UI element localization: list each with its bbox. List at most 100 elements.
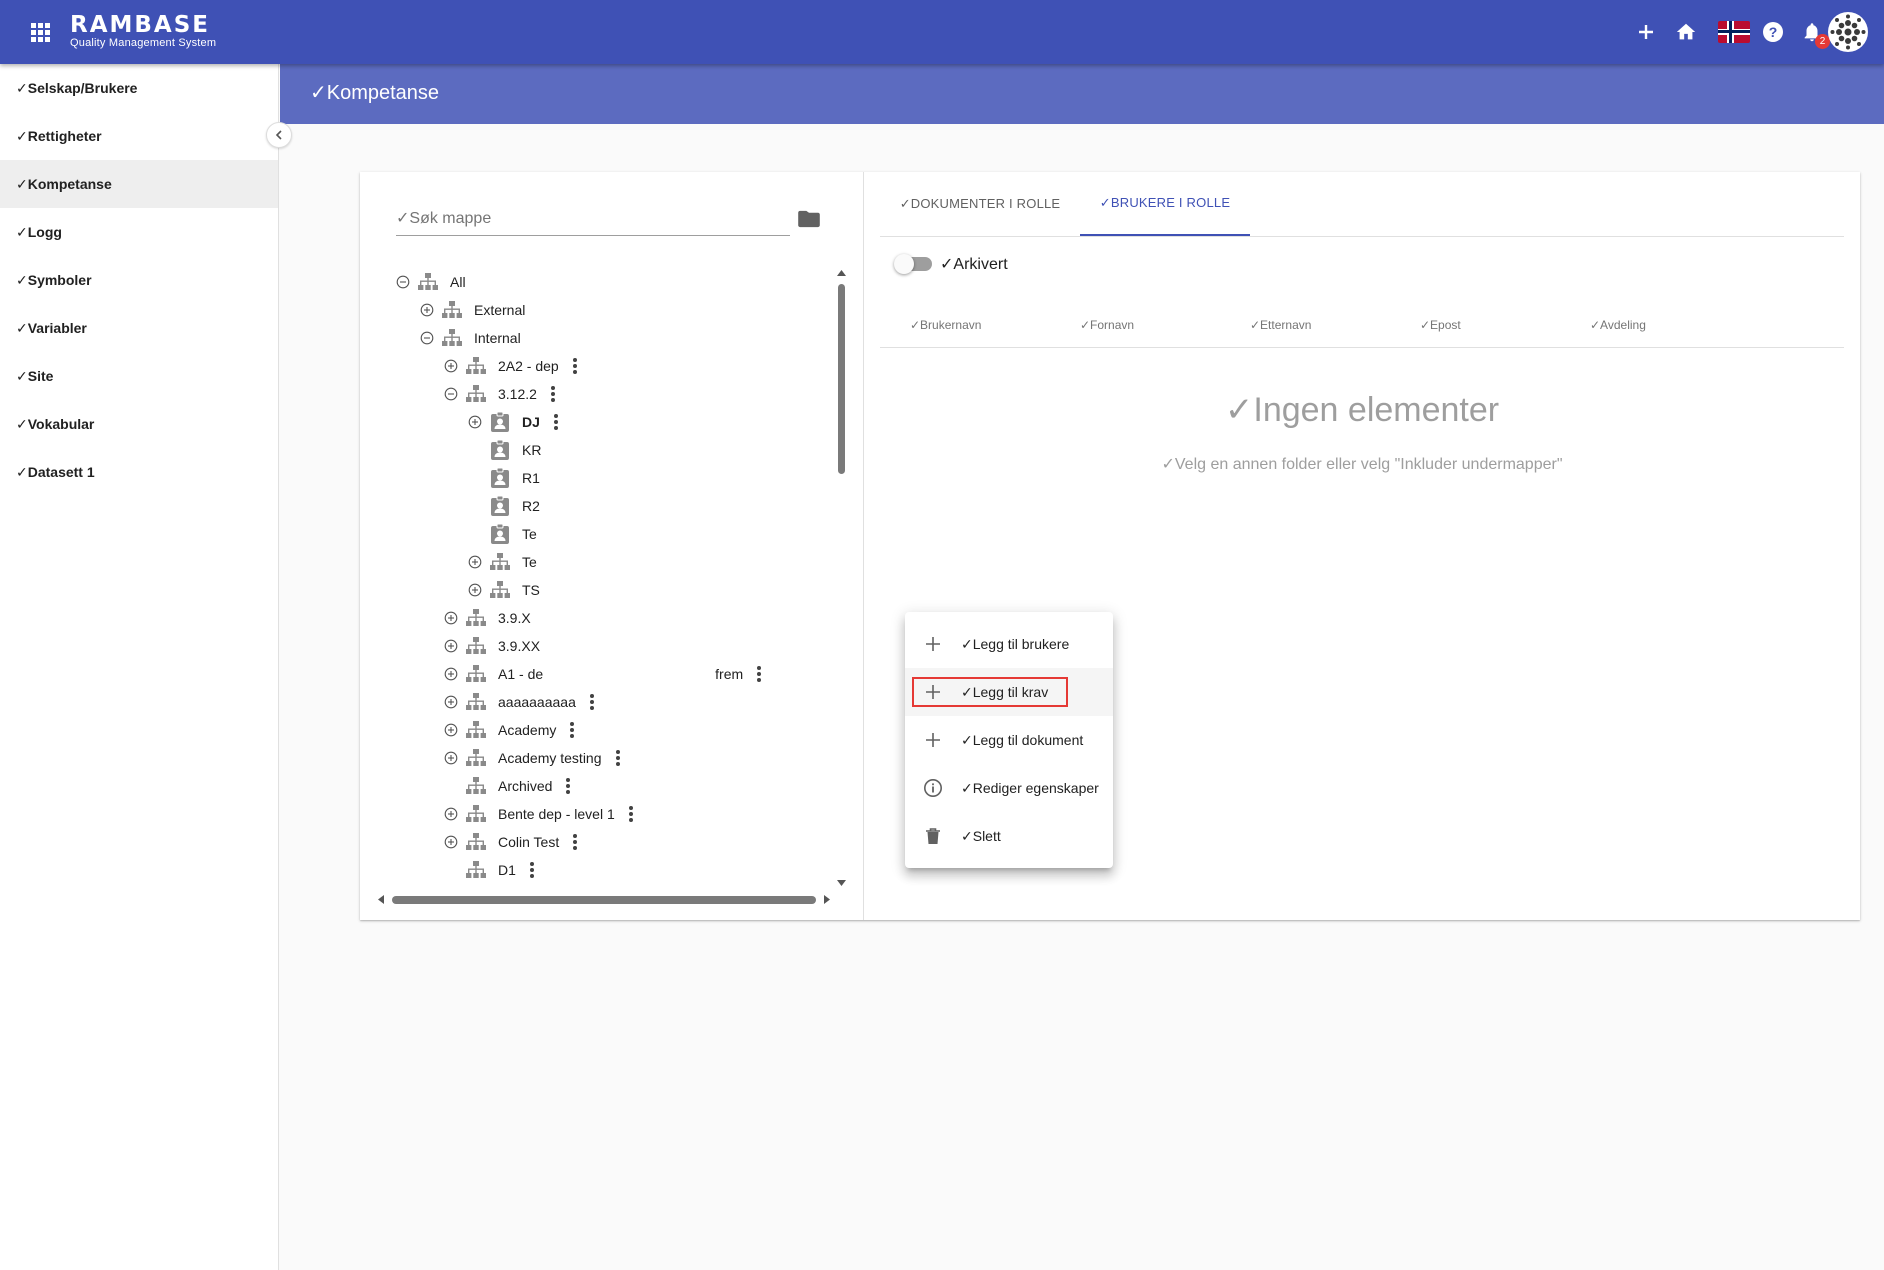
tree-node[interactable]: Te <box>468 548 537 576</box>
collapse-node-icon[interactable] <box>444 387 458 401</box>
more-options-icon[interactable] <box>628 806 633 822</box>
tree-node-label[interactable]: D1 <box>498 862 516 878</box>
tree-node[interactable]: D1 <box>444 856 534 884</box>
expand-node-icon[interactable] <box>444 667 458 681</box>
expand-node-icon[interactable] <box>420 303 434 317</box>
tree-node[interactable]: External <box>420 296 525 324</box>
sidebar-item[interactable]: ✓Datasett 1 <box>0 448 278 496</box>
tree-node[interactable]: TS <box>468 576 540 604</box>
tree-node-label[interactable]: Academy testing <box>498 750 602 766</box>
tree-node[interactable]: 3.9.X <box>444 604 531 632</box>
tree-node[interactable]: 2A2 - dep <box>444 352 577 380</box>
more-options-icon[interactable] <box>572 358 577 374</box>
column-username[interactable]: ✓Brukernavn <box>910 318 981 332</box>
tree-node[interactable]: Colin Test <box>444 828 578 856</box>
tree-node-label[interactable]: DJ <box>522 414 540 430</box>
more-options-icon[interactable] <box>550 386 555 402</box>
sidebar-item[interactable]: ✓Site <box>0 352 278 400</box>
more-options-icon[interactable] <box>573 834 578 850</box>
tree-node[interactable]: A1 - de frem <box>444 660 762 688</box>
collapse-node-icon[interactable] <box>396 275 410 289</box>
vertical-scroll-thumb[interactable] <box>838 284 845 474</box>
tree-node[interactable]: KR <box>468 436 541 464</box>
tree-node-label[interactable]: Archived <box>498 778 552 794</box>
tree-node[interactable]: Bente dep - level 1 <box>444 800 633 828</box>
tree-node-label[interactable]: TS <box>522 582 540 598</box>
sidebar-item[interactable]: ✓Rettigheter <box>0 112 278 160</box>
expand-node-icon[interactable] <box>444 807 458 821</box>
tree-node[interactable]: R1 <box>468 464 540 492</box>
tree-node[interactable]: aaaaaaaaaa <box>444 688 594 716</box>
tree-node[interactable]: Archived <box>444 772 571 800</box>
tree-horizontal-scrollbar[interactable] <box>378 892 832 906</box>
tree-node-label[interactable]: Colin Test <box>498 834 559 850</box>
more-options-icon[interactable] <box>529 862 534 878</box>
tree-node-label[interactable]: A1 - de <box>498 666 543 682</box>
tab-users-in-role[interactable]: ✓BRUKERE I ROLLE <box>1080 172 1250 236</box>
expand-node-icon[interactable] <box>468 583 482 597</box>
expand-node-icon[interactable] <box>444 695 458 709</box>
tree-node[interactable]: 3.12.2 <box>444 380 555 408</box>
expand-node-icon[interactable] <box>444 835 458 849</box>
tree-node-label[interactable]: 3.12.2 <box>498 386 537 402</box>
norway-flag-icon[interactable] <box>1718 16 1750 48</box>
context-menu-item[interactable]: ✓Legg til brukere <box>905 620 1113 668</box>
archived-toggle[interactable] <box>894 254 932 274</box>
expand-node-icon[interactable] <box>444 751 458 765</box>
tree-vertical-scrollbar[interactable] <box>834 270 848 888</box>
expand-node-icon[interactable] <box>444 359 458 373</box>
collapse-sidebar-button[interactable] <box>266 122 292 148</box>
context-menu-item[interactable]: ✓Legg til dokument <box>905 716 1113 764</box>
tree-node[interactable]: Internal <box>420 324 521 352</box>
tree-node[interactable]: All <box>396 268 466 296</box>
notifications-icon[interactable]: 2 <box>1796 16 1830 49</box>
context-menu-item[interactable]: ✓Slett <box>905 812 1113 860</box>
tree-node-label[interactable]: Internal <box>474 330 521 346</box>
tree-node-label[interactable]: External <box>474 302 525 318</box>
context-menu-item[interactable]: ✓Rediger egenskaper <box>905 764 1113 812</box>
context-menu-item[interactable]: ✓Legg til krav <box>905 668 1113 716</box>
tree-node-label[interactable]: 2A2 - dep <box>498 358 559 374</box>
sidebar-item[interactable]: ✓Variabler <box>0 304 278 352</box>
tree-node-label[interactable]: Te <box>522 526 537 542</box>
tree-node[interactable]: R2 <box>468 492 540 520</box>
search-folder-input[interactable]: ✓Søk mappe <box>396 202 790 236</box>
expand-node-icon[interactable] <box>444 611 458 625</box>
tree-node[interactable]: DJ <box>468 408 558 436</box>
more-options-icon[interactable] <box>589 694 594 710</box>
tree-node-label[interactable]: aaaaaaaaaa <box>498 694 576 710</box>
sidebar-item[interactable]: ✓Symboler <box>0 256 278 304</box>
brand-logo[interactable]: RAMBASE Quality Management System <box>70 13 216 50</box>
add-icon[interactable] <box>1630 16 1662 48</box>
expand-node-icon[interactable] <box>468 555 482 569</box>
tree-node-label[interactable]: All <box>450 274 466 290</box>
sidebar-item[interactable]: ✓Kompetanse <box>0 160 278 208</box>
tree-node-label[interactable]: 3.9.X <box>498 610 531 626</box>
expand-node-icon[interactable] <box>468 415 482 429</box>
tree-node-label[interactable]: Academy <box>498 722 556 738</box>
tree-node[interactable]: Te <box>468 520 537 548</box>
expand-node-icon[interactable] <box>444 639 458 653</box>
column-department[interactable]: ✓Avdeling <box>1590 318 1646 332</box>
more-options-icon[interactable] <box>757 666 762 682</box>
column-lastname[interactable]: ✓Etternavn <box>1250 318 1311 332</box>
tab-documents-in-role[interactable]: ✓DOKUMENTER I ROLLE <box>880 172 1080 236</box>
expand-node-icon[interactable] <box>444 723 458 737</box>
tree-node-label[interactable]: KR <box>522 442 541 458</box>
more-options-icon[interactable] <box>570 722 575 738</box>
horizontal-scroll-thumb[interactable] <box>392 896 816 904</box>
sidebar-item[interactable]: ✓Logg <box>0 208 278 256</box>
apps-grid-icon[interactable] <box>28 20 52 44</box>
more-options-icon[interactable] <box>566 778 571 794</box>
column-firstname[interactable]: ✓Fornavn <box>1080 318 1134 332</box>
more-options-icon[interactable] <box>553 414 558 430</box>
tree-node[interactable]: Academy testing <box>444 744 620 772</box>
tree-node-label-tail[interactable]: frem <box>715 666 743 682</box>
help-icon[interactable]: ? <box>1757 16 1789 48</box>
tree-node-label[interactable]: Bente dep - level 1 <box>498 806 615 822</box>
folder-icon[interactable] <box>798 210 820 233</box>
tree-node-label[interactable]: R2 <box>522 498 540 514</box>
tree-node[interactable]: Academy <box>444 716 575 744</box>
tree-node[interactable]: 3.9.XX <box>444 632 540 660</box>
sidebar-item[interactable]: ✓Vokabular <box>0 400 278 448</box>
